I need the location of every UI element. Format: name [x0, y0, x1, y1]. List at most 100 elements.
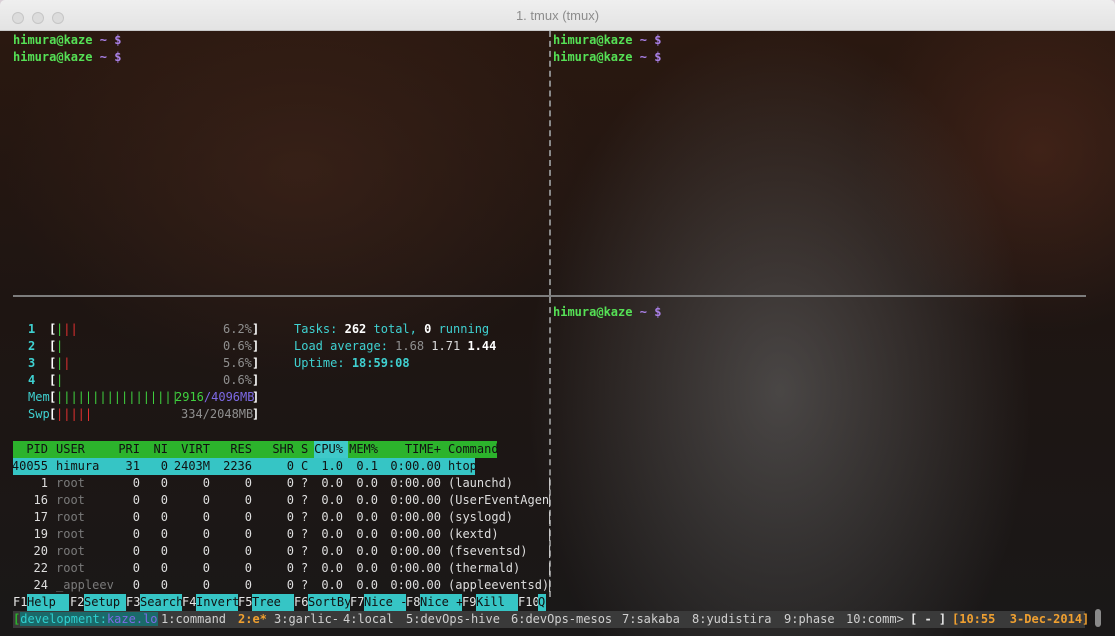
table-row[interactable]: [13, 577, 549, 594]
tmux-clock: [10:55 3-Dec-2014]: [952, 612, 1090, 626]
swap-bar: |||||: [56, 407, 93, 421]
tmux-status-line: [development:kaze.lo: [13, 611, 158, 628]
table-row[interactable]: [13, 475, 549, 492]
fkey-f2[interactable]: F2: [70, 594, 84, 611]
table-row[interactable]: [13, 543, 549, 560]
tasks-summary: Tasks: 262 total, 0 running: [294, 322, 490, 336]
meter-bracket-close: ]: [252, 373, 260, 387]
tmux-window-tab[interactable]: 3:garlic-: [274, 611, 339, 628]
status-separator: :: [99, 612, 107, 626]
fkey-label[interactable]: Search: [140, 594, 183, 611]
cpu-percent: 0.6%: [223, 339, 252, 353]
column-header-user[interactable]: USER: [56, 441, 85, 458]
prompt-line: himura@kaze ~ $: [13, 33, 122, 47]
mem-used: 2916: [175, 390, 204, 404]
fkey-label[interactable]: Invert: [196, 594, 239, 611]
cpu-percent: 6.2%: [223, 322, 252, 336]
column-header-time[interactable]: TIME+: [405, 441, 441, 458]
cpu-number: 1: [28, 322, 36, 336]
tmux-window-tab[interactable]: 7:sakaba: [622, 611, 680, 628]
column-header-mem[interactable]: MEM%: [349, 441, 378, 458]
prompt-line: himura@kaze ~ $: [553, 33, 662, 47]
meter-bracket-close: ]: [252, 339, 260, 353]
column-header-s[interactable]: S: [301, 441, 308, 458]
row-edge: |: [546, 527, 554, 541]
fkey-label[interactable]: Q: [538, 594, 546, 611]
fkey-label[interactable]: SortBy: [308, 594, 351, 611]
cpu-bar: |: [56, 339, 64, 353]
tmux-session-name[interactable]: development: [20, 612, 100, 626]
cpu-bar: ||: [56, 356, 71, 370]
column-header-command[interactable]: Command: [448, 441, 499, 458]
title-bar: 1. tmux (tmux): [0, 0, 1115, 31]
fkey-label[interactable]: Nice +: [420, 594, 463, 611]
cpu-number: 4: [28, 373, 36, 387]
fkey-f10[interactable]: F10: [518, 594, 540, 611]
prompt-line: himura@kaze ~ $: [13, 50, 122, 64]
pane-divider-vertical-top[interactable]: [549, 31, 551, 295]
swap-value: 334/2048MB: [181, 407, 254, 421]
mem-value: 2916/4096MB: [175, 389, 254, 406]
table-row[interactable]: [13, 509, 549, 526]
table-row[interactable]: [13, 492, 549, 509]
column-header-ni[interactable]: NI: [154, 441, 168, 458]
fkey-f8[interactable]: F8: [406, 594, 420, 611]
row-edge: |: [546, 476, 554, 490]
meter-bracket-close: ]: [252, 407, 260, 421]
table-row[interactable]: [13, 458, 549, 475]
mem-bar: |||||||||||||||||: [56, 390, 179, 404]
column-header-pri[interactable]: PRI: [118, 441, 140, 458]
tmux-window-tab[interactable]: 10:comm>: [846, 611, 904, 628]
cpu-bar: |: [56, 373, 64, 387]
tmux-window-tab[interactable]: 9:phase: [784, 611, 835, 628]
fkey-f5[interactable]: F5: [238, 594, 252, 611]
column-header-virt[interactable]: VIRT: [181, 441, 210, 458]
column-header-shr[interactable]: SHR: [272, 441, 294, 458]
row-edge: |: [546, 493, 554, 507]
table-row[interactable]: [13, 560, 549, 577]
uptime: Uptime: 18:59:08: [294, 356, 410, 370]
fkey-label[interactable]: Tree: [252, 594, 294, 611]
scrollbar-thumb[interactable]: [1095, 609, 1101, 627]
fkey-label[interactable]: Kill: [476, 594, 518, 611]
meter-bracket-close: ]: [252, 322, 260, 336]
fkey-label[interactable]: Nice -: [364, 594, 407, 611]
column-header-res[interactable]: RES: [230, 441, 252, 458]
cpu-number: 3: [28, 356, 36, 370]
row-edge: |: [546, 561, 554, 575]
tmux-window-tab[interactable]: 5:devOps-hive: [406, 611, 500, 628]
fkey-f3[interactable]: F3: [126, 594, 140, 611]
mem-total: /4096MB: [203, 390, 255, 404]
terminal-area[interactable]: himura@kaze ~ $ himura@kaze ~ $ himura@k…: [0, 31, 1115, 636]
tmux-window-tab[interactable]: 2:e*: [238, 611, 267, 628]
fkey-label[interactable]: Help: [27, 594, 69, 611]
tmux-window-tab[interactable]: 4:local: [343, 611, 394, 628]
fkey-label[interactable]: Setup: [84, 594, 126, 611]
prompt-line: himura@kaze ~ $: [553, 50, 662, 64]
fkey-f4[interactable]: F4: [182, 594, 196, 611]
meter-bracket-close: ]: [252, 390, 260, 404]
tmux-window-tab[interactable]: 1:command: [161, 611, 226, 628]
tmux-window-tab[interactable]: 6:devOps-mesos: [511, 611, 612, 628]
tmux-host: kaze.lo: [106, 612, 158, 626]
meter-bracket-close: ]: [252, 356, 260, 370]
cpu-bar: |||: [56, 322, 78, 336]
row-edge: |: [546, 578, 554, 592]
terminal-window: 1. tmux (tmux) himura@kaze ~ $ himura@ka…: [0, 0, 1115, 636]
cpu-percent: 0.6%: [223, 373, 252, 387]
row-edge: |: [546, 544, 554, 558]
fkey-f9[interactable]: F9: [462, 594, 476, 611]
column-header-cpu[interactable]: CPU%: [314, 441, 343, 458]
fkey-f6[interactable]: F6: [294, 594, 308, 611]
column-header-pid[interactable]: PID: [26, 441, 48, 458]
swap-label: Swp: [28, 407, 50, 421]
table-row[interactable]: [13, 526, 549, 543]
fkey-f1[interactable]: F1: [13, 594, 27, 611]
cpu-percent: 5.6%: [223, 356, 252, 370]
tmux-window-tab[interactable]: 8:yudistira: [692, 611, 771, 628]
mem-label: Mem: [28, 390, 50, 404]
fkey-f7[interactable]: F7: [350, 594, 364, 611]
window-title: 1. tmux (tmux): [515, 8, 600, 23]
load-average: Load average: 1.68 1.71 1.44: [294, 339, 497, 353]
row-edge: |: [546, 510, 554, 524]
